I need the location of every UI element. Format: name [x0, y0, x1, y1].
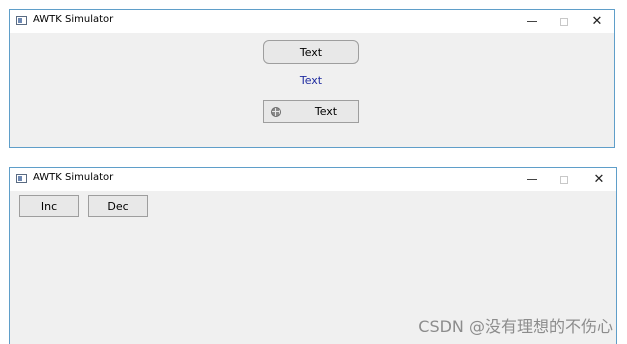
- text-button-with-icon[interactable]: Text: [263, 100, 359, 123]
- maximize-button[interactable]: [547, 10, 581, 33]
- minimize-icon: [527, 179, 537, 180]
- globe-icon: [271, 107, 281, 117]
- title-bar[interactable]: AWTK Simulator ✕: [10, 168, 616, 191]
- maximize-button[interactable]: [547, 168, 581, 191]
- minimize-icon: [527, 21, 537, 22]
- close-icon: ✕: [593, 172, 605, 187]
- title-bar[interactable]: AWTK Simulator ✕: [10, 10, 614, 33]
- minimize-button[interactable]: [515, 10, 549, 33]
- close-button[interactable]: ✕: [582, 168, 616, 191]
- button-label: Text: [314, 105, 338, 118]
- app-icon: [16, 16, 27, 25]
- app-icon: [16, 174, 27, 183]
- window-title: AWTK Simulator: [33, 172, 114, 183]
- dec-button[interactable]: Dec: [88, 195, 148, 217]
- text-button-rounded[interactable]: Text: [263, 40, 359, 64]
- close-icon: ✕: [591, 14, 603, 29]
- button-label: Inc: [40, 199, 58, 213]
- button-label: Dec: [107, 199, 129, 213]
- maximize-icon: [560, 175, 568, 184]
- watermark: CSDN @没有理想的不伤心: [418, 317, 613, 336]
- window-title: AWTK Simulator: [33, 14, 114, 25]
- simulator-window-1: AWTK Simulator ✕ Text Text Text: [9, 9, 615, 148]
- close-button[interactable]: ✕: [580, 10, 614, 33]
- inc-button[interactable]: Inc: [19, 195, 79, 217]
- text-label: Text: [299, 74, 323, 87]
- button-label: Text: [299, 45, 323, 59]
- minimize-button[interactable]: [515, 168, 549, 191]
- maximize-icon: [560, 17, 568, 26]
